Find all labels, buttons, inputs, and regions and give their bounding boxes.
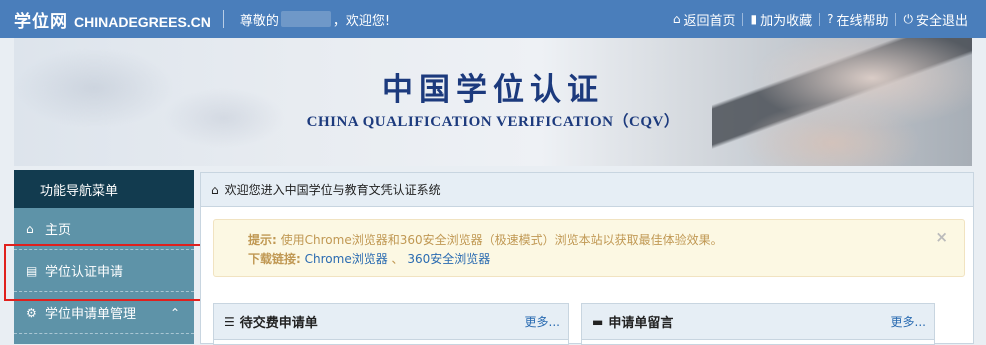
link-separator: 、 (391, 252, 404, 266)
pending-payment-panel: ☰ 待交费申请单 更多... (213, 303, 569, 345)
bookmark-link-label: 加为收藏 (760, 13, 813, 29)
top-navbar: 学位网 CHINADEGREES.CN 尊敬的 ，欢迎您! ⌂ 返回首页 ▮ 加… (0, 0, 986, 38)
comment-icon: ▬ (592, 314, 604, 329)
tip-text: 使用Chrome浏览器和360安全浏览器（极速模式）浏览本站以获取最佳体验效果。 (280, 233, 723, 247)
link-separator (819, 12, 821, 26)
help-link[interactable]: ? 在线帮助 (823, 10, 892, 29)
360-download-link[interactable]: 360安全浏览器 (407, 252, 490, 266)
navbar-divider (222, 10, 224, 28)
more-link[interactable]: 更多... (525, 313, 560, 330)
banner-subtitle: CHINA QUALIFICATION VERIFICATION（CQV） (306, 114, 680, 130)
greeting-prefix: 尊敬的 (239, 13, 279, 29)
username-redacted (280, 11, 331, 27)
more-link[interactable]: 更多... (891, 313, 926, 330)
power-icon: ⏻ (903, 11, 913, 26)
top-links: ⌂ 返回首页 ▮ 加为收藏 ? 在线帮助 ⏻ 安全退出 (669, 10, 972, 29)
chrome-download-link[interactable]: Chrome浏览器 (305, 252, 388, 266)
home-link[interactable]: ⌂ 返回首页 (669, 10, 740, 29)
bookmark-icon: ▮ (750, 12, 758, 26)
help-link-label: 在线帮助 (836, 13, 889, 29)
brand-logo[interactable]: 学位网 CHINADEGREES.CN (14, 7, 211, 32)
brand-name-cn: 学位网 (14, 11, 68, 32)
sidebar-item-label: 主页 (45, 223, 72, 238)
tip-label: 提示: (248, 233, 277, 247)
panel-title: 待交费申请单 (239, 316, 318, 331)
main-content: ⌂ 欢迎您进入中国学位与教育文凭认证系统 提示: 使用Chrome浏览器和360… (200, 172, 974, 345)
application-messages-panel: ▬ 申请单留言 更多... (581, 303, 935, 345)
welcome-header: ⌂ 欢迎您进入中国学位与教育文凭认证系统 (201, 173, 973, 207)
logout-link-label: 安全退出 (915, 13, 968, 29)
panel-header: ☰ 待交费申请单 更多... (214, 304, 568, 340)
download-label: 下载链接: (248, 252, 301, 266)
alert-close-button[interactable]: × (935, 228, 948, 247)
panel-title: 申请单留言 (608, 316, 674, 331)
home-icon: ⌂ (211, 182, 219, 197)
gear-icon: ⚙ (26, 305, 37, 320)
home-icon: ⌂ (672, 12, 681, 26)
header-banner: 中国学位认证 CHINA QUALIFICATION VERIFICATION（… (14, 38, 972, 166)
greeting-suffix: ，欢迎您! (332, 13, 391, 29)
list-icon: ☰ (224, 314, 235, 329)
highlight-box (4, 244, 207, 301)
link-separator (895, 12, 897, 26)
logout-link[interactable]: ⏻ 安全退出 (899, 10, 972, 29)
alert-download-line: 下载链接: Chrome浏览器 、 360安全浏览器 (248, 250, 964, 269)
welcome-text: 欢迎您进入中国学位与教育文凭认证系统 (224, 183, 441, 197)
sidebar-header: 功能导航菜单 (14, 170, 194, 208)
brand-name-en: CHINADEGREES.CN (74, 13, 211, 30)
alert-tip-line: 提示: 使用Chrome浏览器和360安全浏览器（极速模式）浏览本站以获取最佳体… (248, 231, 964, 250)
home-link-label: 返回首页 (683, 13, 736, 29)
help-icon: ? (827, 12, 834, 26)
bookmark-link[interactable]: ▮ 加为收藏 (746, 10, 816, 29)
sidebar-item-label: 学位申请单管理 (45, 307, 137, 322)
link-separator (742, 12, 744, 26)
chevron-up-icon: ⌃ (169, 305, 180, 320)
banner-title: 中国学位认证 (382, 72, 604, 108)
user-greeting: 尊敬的 ，欢迎您! (240, 10, 390, 29)
home-icon: ⌂ (26, 221, 34, 236)
panel-header: ▬ 申请单留言 更多... (582, 304, 934, 340)
browser-tip-alert: 提示: 使用Chrome浏览器和360安全浏览器（极速模式）浏览本站以获取最佳体… (213, 219, 965, 277)
